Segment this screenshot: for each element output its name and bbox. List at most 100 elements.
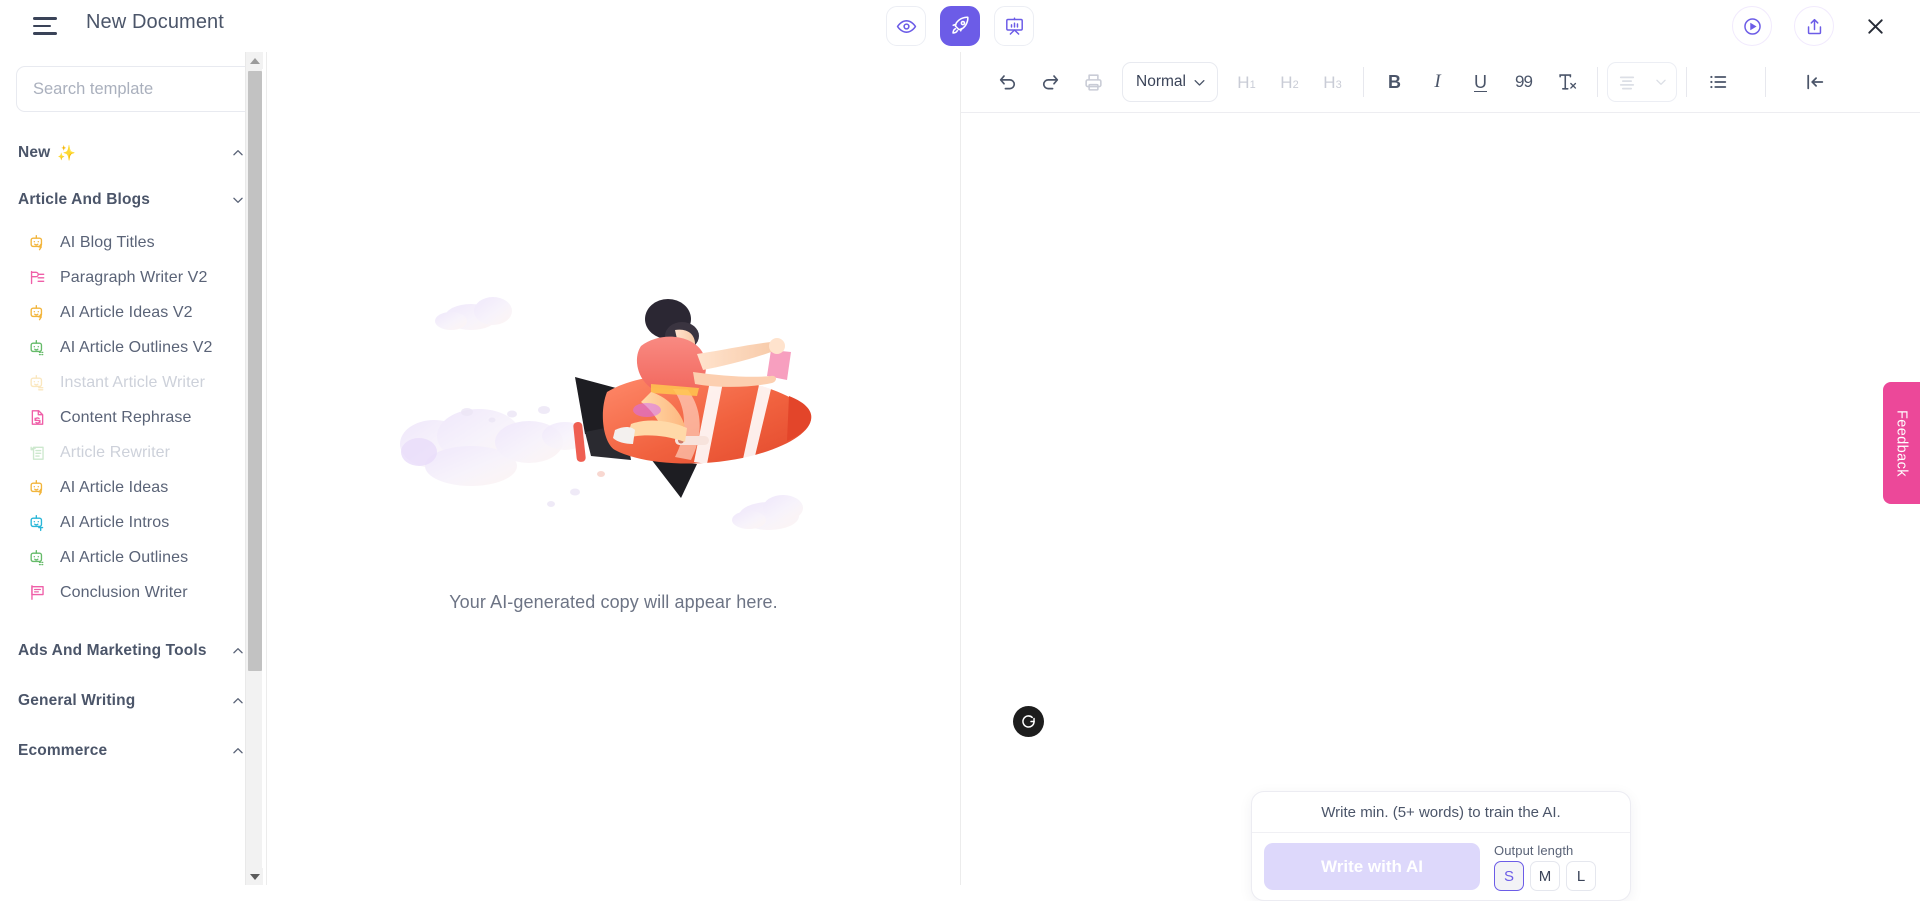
sidebar-section-general-writing[interactable]: General Writing	[0, 684, 267, 718]
share-upload-icon	[1807, 18, 1821, 34]
rocket-fin-pink	[766, 350, 791, 380]
sidebar-template-item[interactable]: AI Blog Titles	[0, 225, 267, 260]
blockquote-button[interactable]: 99	[1502, 61, 1545, 104]
sidebar-template-label: AI Article Ideas	[60, 478, 169, 496]
sidebar-divider	[266, 52, 267, 885]
play-circle-icon	[1743, 17, 1761, 35]
printer-icon	[1085, 73, 1102, 91]
italic-button[interactable]: I	[1416, 61, 1459, 104]
sidebar-template-item[interactable]: AI Article Outlines V2	[0, 330, 267, 365]
h2-label: H2	[1280, 72, 1299, 92]
hamburger-line	[33, 17, 57, 20]
sparkle-icon: ✨	[57, 145, 77, 162]
cloud-bottom-right	[731, 495, 803, 530]
align-center-icon	[1619, 76, 1634, 90]
document-canvas[interactable]	[961, 113, 1920, 885]
toolbar-separator	[1363, 67, 1364, 97]
sidebar-template-item: Instant Article Writer	[0, 365, 267, 400]
presentation-button[interactable]	[994, 6, 1034, 46]
output-length-m-button[interactable]: M	[1530, 861, 1560, 891]
bold-icon: B	[1388, 71, 1401, 92]
heading-2-button[interactable]: H2	[1268, 61, 1311, 104]
sidebar-template-item[interactable]: Conclusion Writer	[0, 575, 267, 610]
chevron-up-icon	[233, 648, 243, 654]
sidebar-template-item[interactable]: AI Article Outlines	[0, 540, 267, 575]
pane-divider	[960, 52, 961, 885]
sidebar-section-ads-and-marketing-tools[interactable]: Ads And Marketing Tools	[0, 634, 267, 668]
text-style-value: Normal	[1136, 73, 1186, 90]
bold-button[interactable]: B	[1373, 61, 1416, 104]
clear-format-button[interactable]	[1545, 61, 1588, 104]
collapse-panel-button[interactable]	[1793, 61, 1836, 104]
search-container	[0, 52, 267, 112]
sidebar-template-item[interactable]: AI Article Intros	[0, 505, 267, 540]
presentation-chart-icon	[1005, 17, 1023, 35]
sidebar-template-item[interactable]: AI Article Ideas V2	[0, 295, 267, 330]
preview-caption: Your AI-generated copy will appear here.	[449, 592, 778, 612]
ai-panel-body: Write with AI Output length SML	[1252, 833, 1630, 891]
feedback-tab[interactable]: Feedback	[1883, 382, 1920, 504]
bullet-list-icon	[1709, 75, 1726, 89]
text-style-select[interactable]: Normal	[1122, 62, 1218, 102]
hamburger-icon[interactable]	[33, 13, 61, 39]
rocket-nose	[786, 396, 811, 441]
scroll-up-arrow-icon[interactable]	[246, 52, 263, 69]
sidebar-scrollbar[interactable]	[245, 52, 263, 885]
sidebar-section-ecommerce[interactable]: Ecommerce	[0, 734, 267, 768]
heading-1-button[interactable]: H1	[1225, 61, 1268, 104]
robot-lines-icon	[28, 373, 47, 392]
bullet-list-button[interactable]	[1696, 61, 1739, 104]
undo-button[interactable]	[986, 61, 1029, 104]
robot-text-icon	[28, 513, 47, 532]
underline-button[interactable]: U	[1459, 61, 1502, 104]
grammarly-g-icon	[1022, 715, 1035, 728]
eye-icon	[896, 19, 916, 33]
output-length-buttons: SML	[1494, 861, 1596, 891]
header-right-tools	[1732, 6, 1892, 46]
play-button[interactable]	[1732, 6, 1772, 46]
share-button[interactable]	[1794, 6, 1834, 46]
grammarly-badge[interactable]	[1013, 706, 1044, 737]
rocket-icon	[952, 16, 969, 34]
template-nav-list: New ✨ Article And Blogs AI Blog Titles Pa…	[0, 136, 267, 768]
close-button[interactable]	[1858, 9, 1892, 43]
print-button[interactable]	[1072, 61, 1115, 104]
sidebar-section-label: Ecommerce	[18, 742, 108, 759]
hamburger-line	[33, 32, 57, 35]
sidebar-section-new[interactable]: New ✨	[0, 136, 267, 170]
output-length-group: Output length SML	[1494, 843, 1596, 891]
blockquote-icon: 99	[1515, 72, 1533, 91]
align-select[interactable]	[1607, 62, 1677, 102]
redo-button[interactable]	[1029, 61, 1072, 104]
heading-3-button[interactable]: H3	[1311, 61, 1354, 104]
sidebar-template-item: Article Rewriter	[0, 435, 267, 470]
redo-arrow-icon	[1042, 74, 1059, 89]
sidebar-template-label: AI Blog Titles	[60, 233, 155, 251]
h3-label: H3	[1323, 72, 1342, 92]
flag-text-icon	[28, 583, 47, 602]
search-input[interactable]	[16, 66, 259, 112]
preview-eye-button[interactable]	[886, 6, 926, 46]
chevron-up-icon	[233, 748, 243, 754]
editor-toolbar: Normal H1 H2 H3 B I U 99	[961, 52, 1920, 113]
sidebar-section-article-and-blogs[interactable]: Article And Blogs	[0, 183, 267, 217]
sidebar-template-item[interactable]: Content Rephrase	[0, 400, 267, 435]
generate-rocket-button[interactable]	[940, 6, 980, 46]
hamburger-line	[33, 24, 51, 28]
scroll-down-arrow-icon[interactable]	[246, 868, 263, 885]
write-with-ai-button[interactable]: Write with AI	[1264, 843, 1480, 890]
scrollbar-thumb[interactable]	[248, 71, 262, 671]
robot-bolt-icon	[28, 478, 47, 497]
sidebar-template-label: Paragraph Writer V2	[60, 268, 208, 286]
output-length-s-button[interactable]: S	[1494, 861, 1524, 891]
sidebar-template-item[interactable]: AI Article Ideas	[0, 470, 267, 505]
ai-hint-text: Write min. (5+ words) to train the AI.	[1252, 792, 1630, 833]
sidebar-template-label: Instant Article Writer	[60, 373, 206, 391]
robot-bolt-icon	[28, 233, 47, 252]
sidebar-template-item[interactable]: Paragraph Writer V2	[0, 260, 267, 295]
close-x-icon	[1867, 18, 1883, 34]
sidebar-template-label: Content Rephrase	[60, 408, 192, 426]
chevron-up-icon	[233, 150, 243, 156]
rocket-rider-clouds-illustration	[399, 297, 811, 530]
output-length-l-button[interactable]: L	[1566, 861, 1596, 891]
